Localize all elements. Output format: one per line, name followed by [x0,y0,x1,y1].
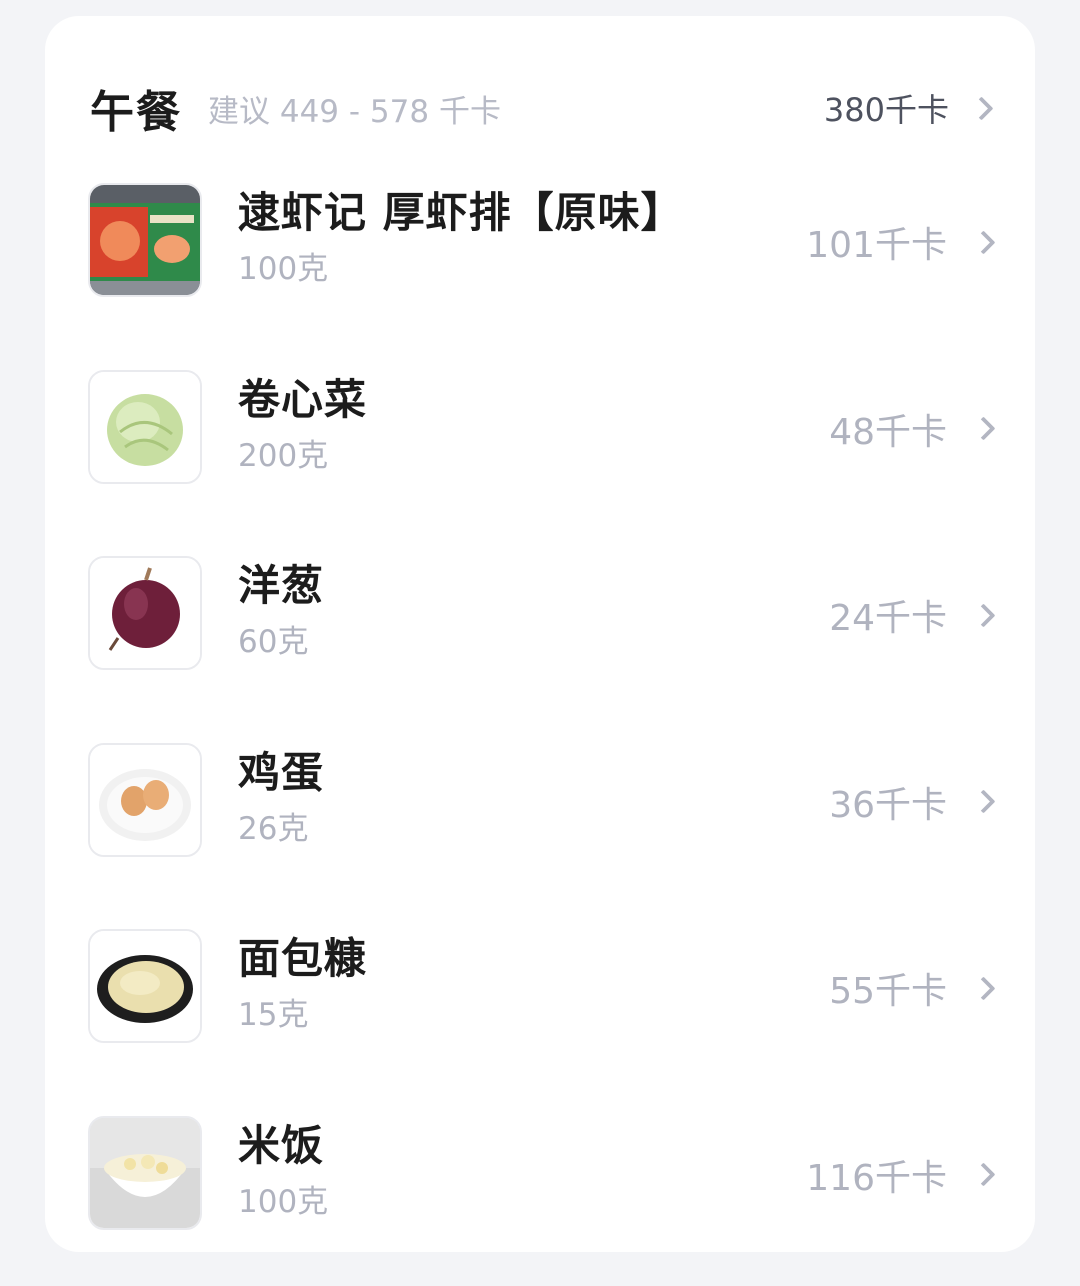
calorie-suggestion: 建议 449 - 578 千卡 [208,93,501,130]
food-item[interactable]: 卷心菜 200克 48千卡 [88,353,996,540]
food-quantity: 15克 [238,997,309,1034]
meal-card: 午餐 建议 449 - 578 千卡 380千卡 逮虾记 厚虾排【原味】 100… [45,16,1035,1252]
food-calories-value: 36千卡 [829,784,947,826]
chevron-right-icon [971,976,996,1001]
food-calories-value: 101千卡 [806,225,947,266]
food-quantity: 60克 [238,624,309,661]
meal-total[interactable]: 380千卡 [823,85,994,131]
shrimp-patty-package-icon [88,183,202,297]
food-calories-value: 116千卡 [806,1157,947,1199]
food-item[interactable]: 逮虾记 厚虾排【原味】 100克 101千卡 [88,166,996,353]
food-item[interactable]: 米饭 100克 116千卡 [88,1099,996,1286]
chevron-right-icon [971,603,996,628]
food-list: 逮虾记 厚虾排【原味】 100克 101千卡 卷心菜 200克 48千卡 洋葱 … [88,166,996,1286]
food-calories-value: 48千卡 [829,411,947,453]
food-name: 米饭 [238,1120,325,1170]
rice-bowl-icon [88,1115,202,1230]
food-calories[interactable]: 116千卡 [806,1149,996,1201]
chevron-right-icon [971,789,996,814]
food-name: 鸡蛋 [238,747,325,797]
eggs-on-plate-icon [88,742,202,857]
chevron-right-icon [971,416,996,441]
food-quantity: 100克 [238,251,329,287]
food-name: 卷心菜 [238,374,368,424]
food-calories-value: 55千卡 [829,971,947,1013]
food-calories[interactable]: 36千卡 [829,776,996,828]
food-calories[interactable]: 48千卡 [829,403,996,455]
food-item[interactable]: 面包糠 15克 55千卡 [88,912,996,1099]
food-calories[interactable]: 101千卡 [806,216,996,268]
food-quantity: 26克 [238,810,309,847]
food-quantity: 200克 [238,437,329,474]
breadcrumbs-plate-icon [88,929,202,1044]
meal-title: 午餐 [90,87,182,138]
food-calories-value: 24千卡 [829,598,947,640]
food-quantity: 100克 [238,1183,329,1220]
food-item[interactable]: 鸡蛋 26克 36千卡 [88,726,996,913]
meal-total-value: 380千卡 [823,91,949,129]
food-item[interactable]: 洋葱 60克 24千卡 [88,539,996,726]
chevron-right-icon [969,95,994,121]
food-calories[interactable]: 55千卡 [829,962,996,1014]
meal-header[interactable]: 午餐 建议 449 - 578 千卡 380千卡 [90,78,994,138]
food-calories[interactable]: 24千卡 [829,589,996,641]
red-onion-icon [88,556,202,671]
food-name: 面包糠 [238,934,368,984]
food-name: 洋葱 [238,561,325,611]
cabbage-icon [88,369,202,484]
chevron-right-icon [971,1162,996,1187]
chevron-right-icon [971,229,996,255]
food-name: 逮虾记 厚虾排【原味】 [238,188,684,237]
